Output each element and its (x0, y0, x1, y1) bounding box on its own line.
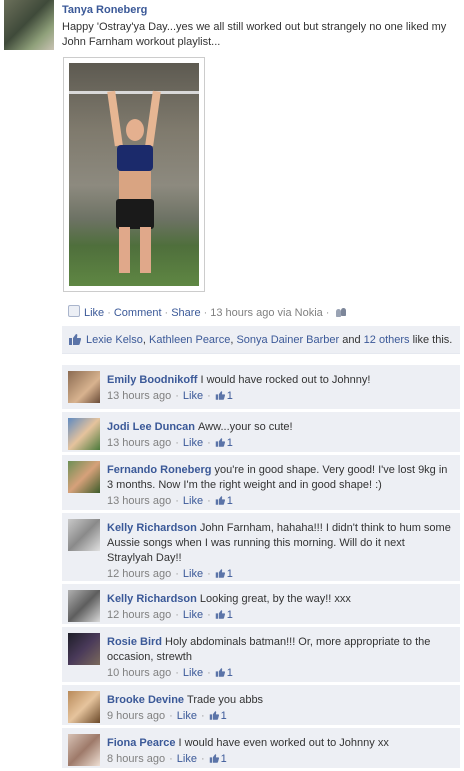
comment-like-link[interactable]: Like (183, 609, 203, 621)
comment-time[interactable]: 12 hours ago (107, 568, 171, 580)
commenter-avatar[interactable] (68, 519, 100, 551)
comment-like-count[interactable]: 1 (221, 753, 227, 765)
likes-summary: Lexie Kelso, Kathleen Pearce, Sonya Dain… (62, 326, 460, 354)
comment-author[interactable]: Jodi Lee Duncan (107, 421, 195, 433)
comment-text: Aww...your so cute! (198, 421, 293, 433)
thumbs-up-icon (215, 391, 225, 400)
post-header: Tanya Roneberg Happy 'Ostray'ya Day...ye… (0, 0, 464, 60)
thumbs-up-icon (215, 610, 225, 619)
comment-text: I would have rocked out to Johnny! (200, 374, 371, 386)
comment-text: Trade you abbs (187, 694, 264, 706)
comment-like-count[interactable]: 1 (221, 710, 227, 722)
like-box-icon (68, 305, 80, 317)
post-timestamp[interactable]: 13 hours ago via Nokia (210, 307, 323, 319)
comment-author[interactable]: Emily Boodnikoff (107, 374, 197, 386)
comment-like-link[interactable]: Like (183, 667, 203, 679)
comment: Kelly Richardson Looking great, by the wa… (62, 584, 460, 625)
comment-like-count[interactable]: 1 (227, 568, 233, 580)
comment-time[interactable]: 9 hours ago (107, 710, 165, 722)
others-link[interactable]: 12 others (364, 334, 410, 346)
comment-author[interactable]: Fernando Roneberg (107, 464, 212, 476)
comment: Kelly Richardson John Farnham, hahaha!!! … (62, 513, 460, 582)
commenter-avatar[interactable] (68, 371, 100, 403)
thumbs-up-icon (215, 668, 225, 677)
comment-text: Looking great, by the way!! xxx (199, 593, 351, 605)
comment-text: I would have even worked out to Johnny x… (178, 737, 389, 749)
post-action-line: Like · Comment · Share · 13 hours ago via Noki… (68, 305, 347, 319)
comment-like-count[interactable]: 1 (227, 609, 233, 621)
photo-image[interactable] (69, 63, 199, 286)
thumbs-up-icon (209, 754, 219, 763)
commenter-avatar[interactable] (68, 691, 100, 723)
liker-link[interactable]: Kathleen Pearce (149, 334, 230, 346)
comment-author[interactable]: Kelly Richardson (107, 522, 197, 534)
comment-like-link[interactable]: Like (183, 390, 203, 402)
comment-time[interactable]: 8 hours ago (107, 753, 165, 765)
commenter-avatar[interactable] (68, 590, 100, 622)
comment-time[interactable]: 12 hours ago (107, 609, 171, 621)
comment-time[interactable]: 13 hours ago (107, 390, 171, 402)
thumbs-up-icon (215, 438, 225, 447)
comment-like-count[interactable]: 1 (227, 667, 233, 679)
thumbs-up-icon (209, 711, 219, 720)
person-shape (107, 90, 161, 276)
commenter-avatar[interactable] (68, 734, 100, 766)
likes-text: Lexie Kelso, Kathleen Pearce, Sonya Dain… (86, 334, 453, 346)
comment-like-link[interactable]: Like (183, 568, 203, 580)
friends-icon[interactable] (336, 308, 347, 317)
comment-like-link[interactable]: Like (183, 437, 203, 449)
comment-author[interactable]: Kelly Richardson (107, 593, 197, 605)
comment-like-count[interactable]: 1 (227, 495, 233, 507)
comment-time[interactable]: 13 hours ago (107, 495, 171, 507)
author-avatar[interactable] (4, 0, 54, 50)
comment: Emily Boodnikoff I would have rocked out … (62, 365, 460, 410)
comment-author[interactable]: Fiona Pearce (107, 737, 175, 749)
comment-like-link[interactable]: Like (183, 495, 203, 507)
comment-like-link[interactable]: Like (177, 753, 197, 765)
thumbs-up-icon (69, 334, 81, 345)
post-photo[interactable] (63, 57, 205, 292)
comment-author[interactable]: Brooke Devine (107, 694, 184, 706)
comments-list: Emily Boodnikoff I would have rocked out … (62, 365, 460, 771)
comment: Fernando Roneberg you're in good shape. V… (62, 455, 460, 511)
post-text: Happy 'Ostray'ya Day...yes we all still … (62, 21, 447, 48)
comment-time[interactable]: 13 hours ago (107, 437, 171, 449)
thumbs-up-icon (215, 569, 225, 578)
comment-like-count[interactable]: 1 (227, 437, 233, 449)
comment: Jodi Lee Duncan Aww...your so cute! 13 ho… (62, 412, 460, 453)
post-author-name[interactable]: Tanya Roneberg (62, 4, 147, 16)
commenter-avatar[interactable] (68, 633, 100, 665)
comment-author[interactable]: Rosie Bird (107, 636, 162, 648)
comment: Fiona Pearce I would have even worked out… (62, 728, 460, 769)
comment-like-count[interactable]: 1 (227, 390, 233, 402)
like-link[interactable]: Like (84, 307, 104, 319)
commenter-avatar[interactable] (68, 461, 100, 493)
comment-link[interactable]: Comment (114, 307, 162, 319)
liker-link[interactable]: Sonya Dainer Barber (236, 334, 339, 346)
comment: Brooke Devine Trade you abbs 9 hours ago ·… (62, 685, 460, 726)
comment: Rosie Bird Holy abdominals batman!!! Or, … (62, 627, 460, 683)
commenter-avatar[interactable] (68, 418, 100, 450)
comment-like-link[interactable]: Like (177, 710, 197, 722)
thumbs-up-icon (215, 496, 225, 505)
liker-link[interactable]: Lexie Kelso (86, 334, 143, 346)
share-link[interactable]: Share (171, 307, 200, 319)
comment-time[interactable]: 10 hours ago (107, 667, 171, 679)
